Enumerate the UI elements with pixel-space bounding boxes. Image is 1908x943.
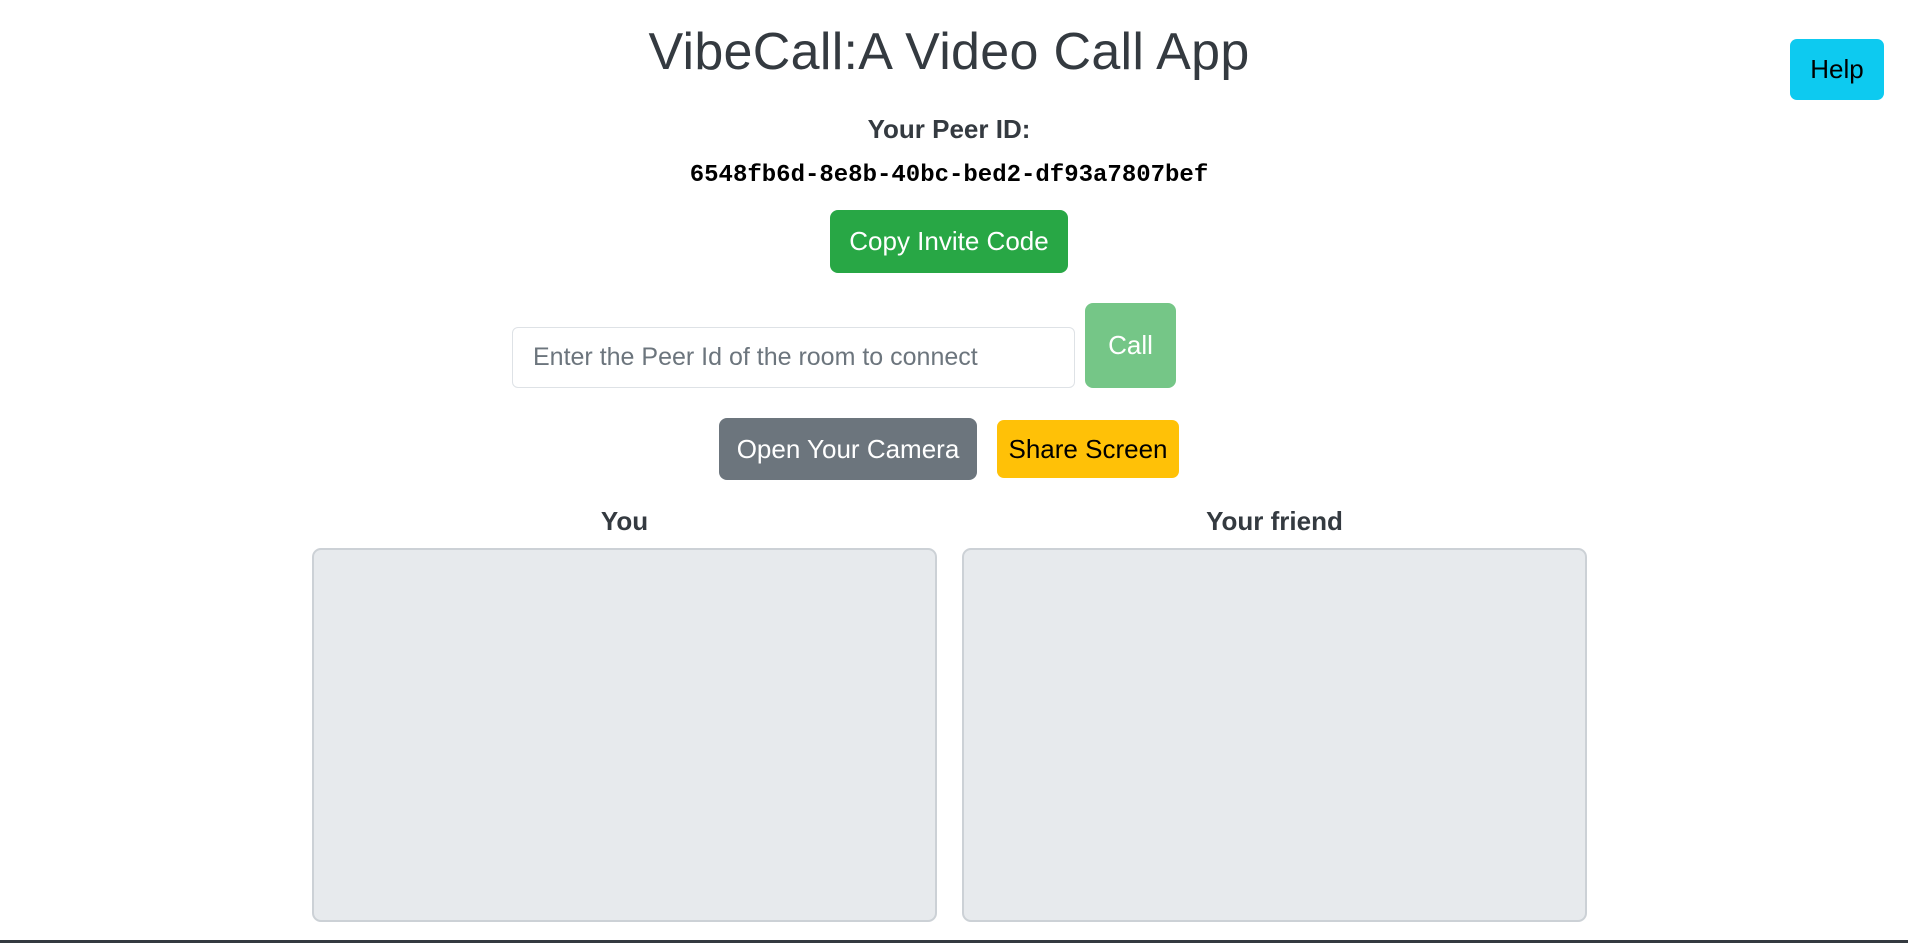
peer-id-input[interactable] bbox=[512, 327, 1075, 388]
remote-video-label: Your friend bbox=[1206, 506, 1343, 536]
share-screen-button[interactable]: Share Screen bbox=[997, 420, 1179, 478]
local-video bbox=[312, 548, 937, 922]
copy-invite-code-button[interactable]: Copy Invite Code bbox=[830, 210, 1068, 273]
call-button[interactable]: Call bbox=[1085, 303, 1176, 388]
peer-id-value: 6548fb6d-8e8b-40bc-bed2-df93a7807bef bbox=[689, 162, 1209, 189]
peer-id-label: Your Peer ID: bbox=[867, 114, 1031, 144]
help-button[interactable]: Help bbox=[1790, 39, 1884, 100]
local-video-label: You bbox=[600, 506, 649, 536]
remote-video bbox=[962, 548, 1587, 922]
open-camera-button[interactable]: Open Your Camera bbox=[719, 418, 977, 480]
app-title: VibeCall:A Video Call App bbox=[648, 23, 1250, 81]
